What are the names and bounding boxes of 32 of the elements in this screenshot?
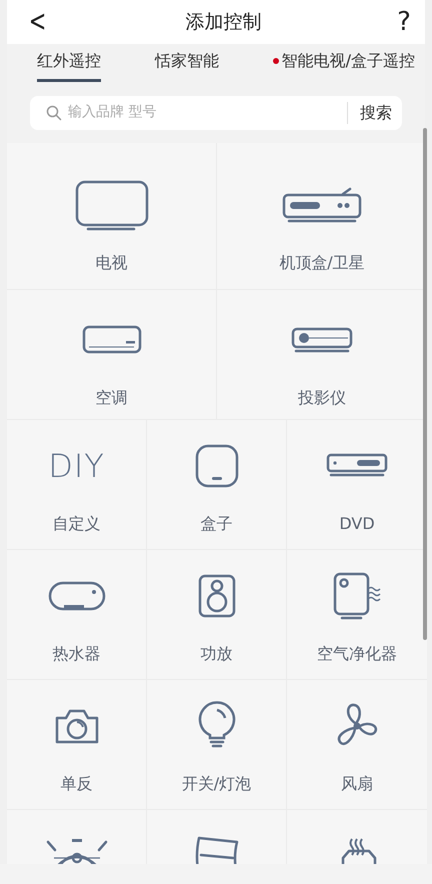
device-label: 机顶盒/卫星	[279, 252, 365, 274]
device-label: 盒子	[200, 513, 232, 535]
set-top-box-icon	[281, 187, 363, 223]
device-label: 单反	[60, 773, 92, 795]
speaker-icon	[196, 573, 236, 619]
device-label: 热水器	[52, 643, 100, 665]
device-label: 风扇	[341, 773, 373, 795]
air-purifier-icon	[332, 571, 382, 621]
device-label: 电视	[96, 252, 128, 274]
air-conditioner-icon	[82, 325, 142, 355]
back-button[interactable]: <	[28, 7, 46, 37]
page-title: 添加控制	[186, 10, 262, 35]
scrollbar[interactable]	[423, 128, 427, 640]
dvd-player-icon	[326, 453, 388, 479]
diy-icon-text: DIY	[48, 450, 105, 482]
device-label: 自定义	[52, 513, 100, 535]
device-label: DVD	[339, 513, 375, 535]
device-label: 空气净化器	[317, 643, 397, 665]
device-label: 投影仪	[298, 387, 346, 409]
water-heater-icon	[48, 580, 106, 612]
projector-icon	[291, 327, 353, 353]
device-label: 功放	[200, 643, 232, 665]
tab[interactable]: 智能电视/盒子遥控	[272, 49, 415, 82]
search-button[interactable]: 搜索	[347, 102, 392, 124]
tv-icon	[74, 179, 150, 231]
device-label: 开关/灯泡	[182, 773, 252, 795]
square-box-icon	[194, 443, 240, 489]
device-label: 空调	[96, 387, 128, 409]
search-field[interactable]: 输入品牌 型号 搜索	[30, 96, 402, 130]
tab[interactable]: 恬家智能	[154, 49, 219, 82]
help-button[interactable]: ?	[397, 9, 411, 35]
search-icon	[46, 104, 62, 120]
